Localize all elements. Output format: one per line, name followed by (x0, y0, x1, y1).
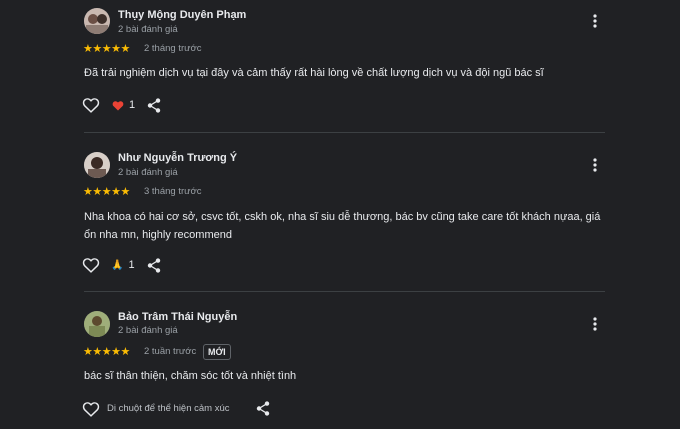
share-icon (147, 258, 161, 273)
red-heart-icon (112, 100, 124, 110)
share-button[interactable] (147, 98, 161, 114)
reviewer-review-count: 2 bài đánh giá (118, 167, 178, 178)
review-text: bác sĩ thân thiện, chăm sóc tốt và nhiệt… (84, 370, 297, 382)
share-button[interactable] (147, 258, 161, 274)
divider (84, 132, 605, 133)
star-rating: ★★★★★ (83, 346, 130, 358)
reviewer-name[interactable]: Như Nguyễn Trương Ý (118, 152, 237, 164)
reaction-count: 1 (128, 259, 135, 271)
reviewer-name[interactable]: Thụy Mộng Duyên Phạm (118, 9, 246, 21)
reaction-summary[interactable]: 1 (112, 99, 135, 111)
reaction-count: 1 (129, 99, 136, 111)
more-options-button[interactable] (588, 315, 602, 333)
like-button[interactable] (82, 401, 100, 417)
share-icon (256, 401, 270, 416)
reaction-summary[interactable]: 🙏 1 (111, 259, 135, 271)
share-icon (147, 98, 161, 113)
avatar[interactable] (84, 152, 110, 178)
more-vert-icon (593, 14, 597, 28)
heart-outline-icon (82, 402, 100, 417)
more-vert-icon (593, 158, 597, 172)
reaction-hint: Di chuột để thể hiện cảm xúc (107, 403, 230, 414)
avatar[interactable] (84, 311, 110, 337)
heart-outline-icon (82, 258, 100, 273)
star-rating: ★★★★★ (83, 186, 130, 198)
more-vert-icon (593, 317, 597, 331)
like-button[interactable] (82, 257, 100, 273)
review-text: Nha khoa có hai cơ sở, csvc tốt, cskh ok… (84, 211, 601, 241)
more-options-button[interactable] (588, 12, 602, 30)
divider (84, 291, 605, 292)
review-text: Đã trải nghiệm dịch vụ tại đây và cảm th… (84, 67, 544, 79)
heart-outline-icon (82, 98, 100, 113)
reviewer-review-count: 2 bài đánh giá (118, 24, 178, 35)
like-button[interactable] (82, 97, 100, 113)
review-time: 2 tuần trước (144, 346, 197, 357)
more-options-button[interactable] (588, 156, 602, 174)
new-badge: MỚI (203, 344, 231, 360)
share-button[interactable] (256, 401, 270, 417)
star-rating: ★★★★★ (83, 43, 130, 55)
folded-hands-icon: 🙏 (111, 259, 124, 271)
avatar[interactable] (84, 8, 110, 34)
reviewer-review-count: 2 bài đánh giá (118, 325, 178, 336)
review-time: 2 tháng trước (144, 43, 202, 54)
reviewer-name[interactable]: Bảo Trâm Thái Nguyễn (118, 311, 237, 323)
review-time: 3 tháng trước (144, 186, 202, 197)
